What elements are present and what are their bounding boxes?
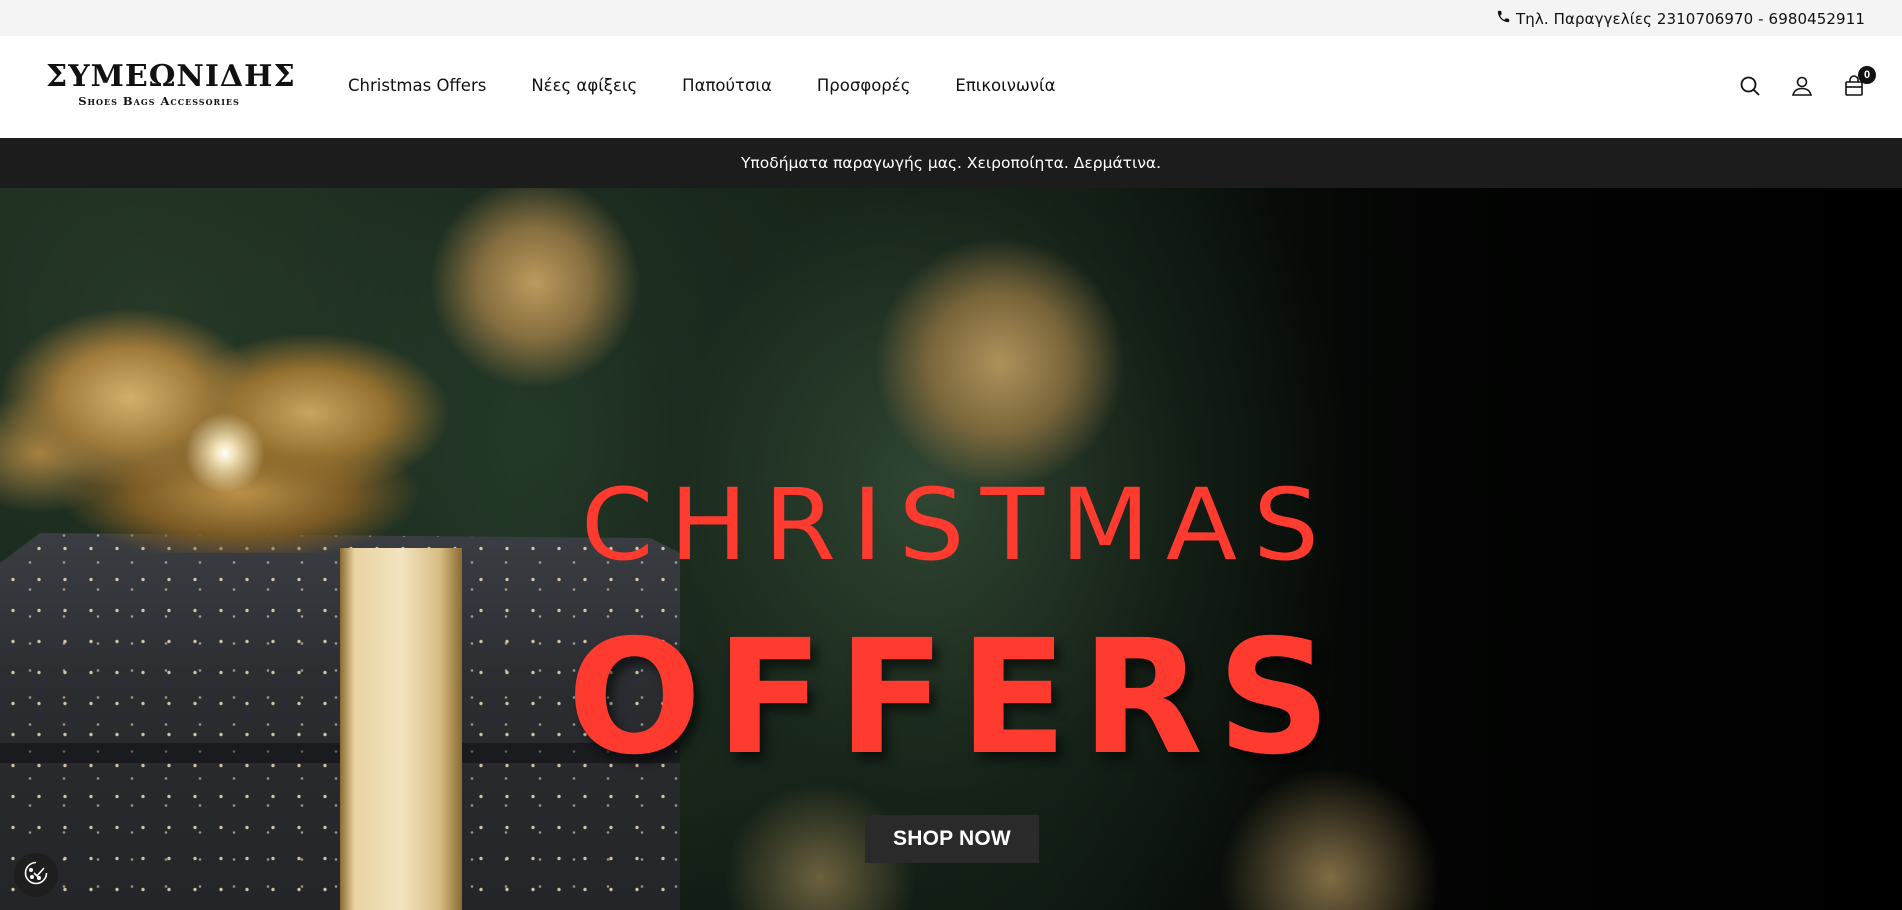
nav-item-christmas-offers[interactable]: Christmas Offers [348,76,486,95]
phone-text: Τηλ. Παραγγελίες 2310706970 - 6980452911 [1516,9,1865,28]
cart-count-badge: 0 [1858,66,1876,84]
cookie-settings-button[interactable] [14,853,58,897]
cookie-settings-icon [22,859,50,892]
shop-now-button[interactable]: SHOP NOW [865,815,1039,863]
cart-icon[interactable]: 0 [1842,66,1876,98]
hero-title-christmas: CHRISTMAS [580,467,1336,583]
logo-brand: ΣΥΜΕΩΝΙΔΗΣ [46,59,296,94]
nav-item-contact[interactable]: Επικοινωνία [955,76,1055,95]
hero-title-offers: OFFERS [567,606,1345,790]
site-logo[interactable]: ΣΥΜΕΩΝΙΔΗΣ Shoes Bags Accessories [46,59,296,109]
search-icon[interactable] [1738,74,1762,98]
hero-banner[interactable]: CHRISTMAS OFFERS SHOP NOW [0,188,1902,910]
phone-info: Τηλ. Παραγγελίες 2310706970 - 6980452911 [1496,9,1865,28]
site-header: ΣΥΜΕΩΝΙΔΗΣ Shoes Bags Accessories Christ… [0,36,1902,138]
top-bar: Τηλ. Παραγγελίες 2310706970 - 6980452911 [0,0,1902,36]
announcement-text: Υποδήματα παραγωγής μας. Χειροποίητα. Δε… [740,154,1162,172]
logo-tagline: Shoes Bags Accessories [78,94,240,108]
phone-icon [1496,9,1511,28]
header-icons: 0 [1738,66,1876,98]
main-nav: Christmas Offers Νέες αφίξεις Παπούτσια … [348,76,1055,95]
nav-item-new-arrivals[interactable]: Νέες αφίξεις [531,76,637,95]
account-icon[interactable] [1790,74,1814,98]
nav-item-shoes[interactable]: Παπούτσια [682,76,772,95]
nav-item-offers[interactable]: Προσφορές [817,76,911,95]
announcement-bar: Υποδήματα παραγωγής μας. Χειροποίητα. Δε… [0,138,1902,188]
